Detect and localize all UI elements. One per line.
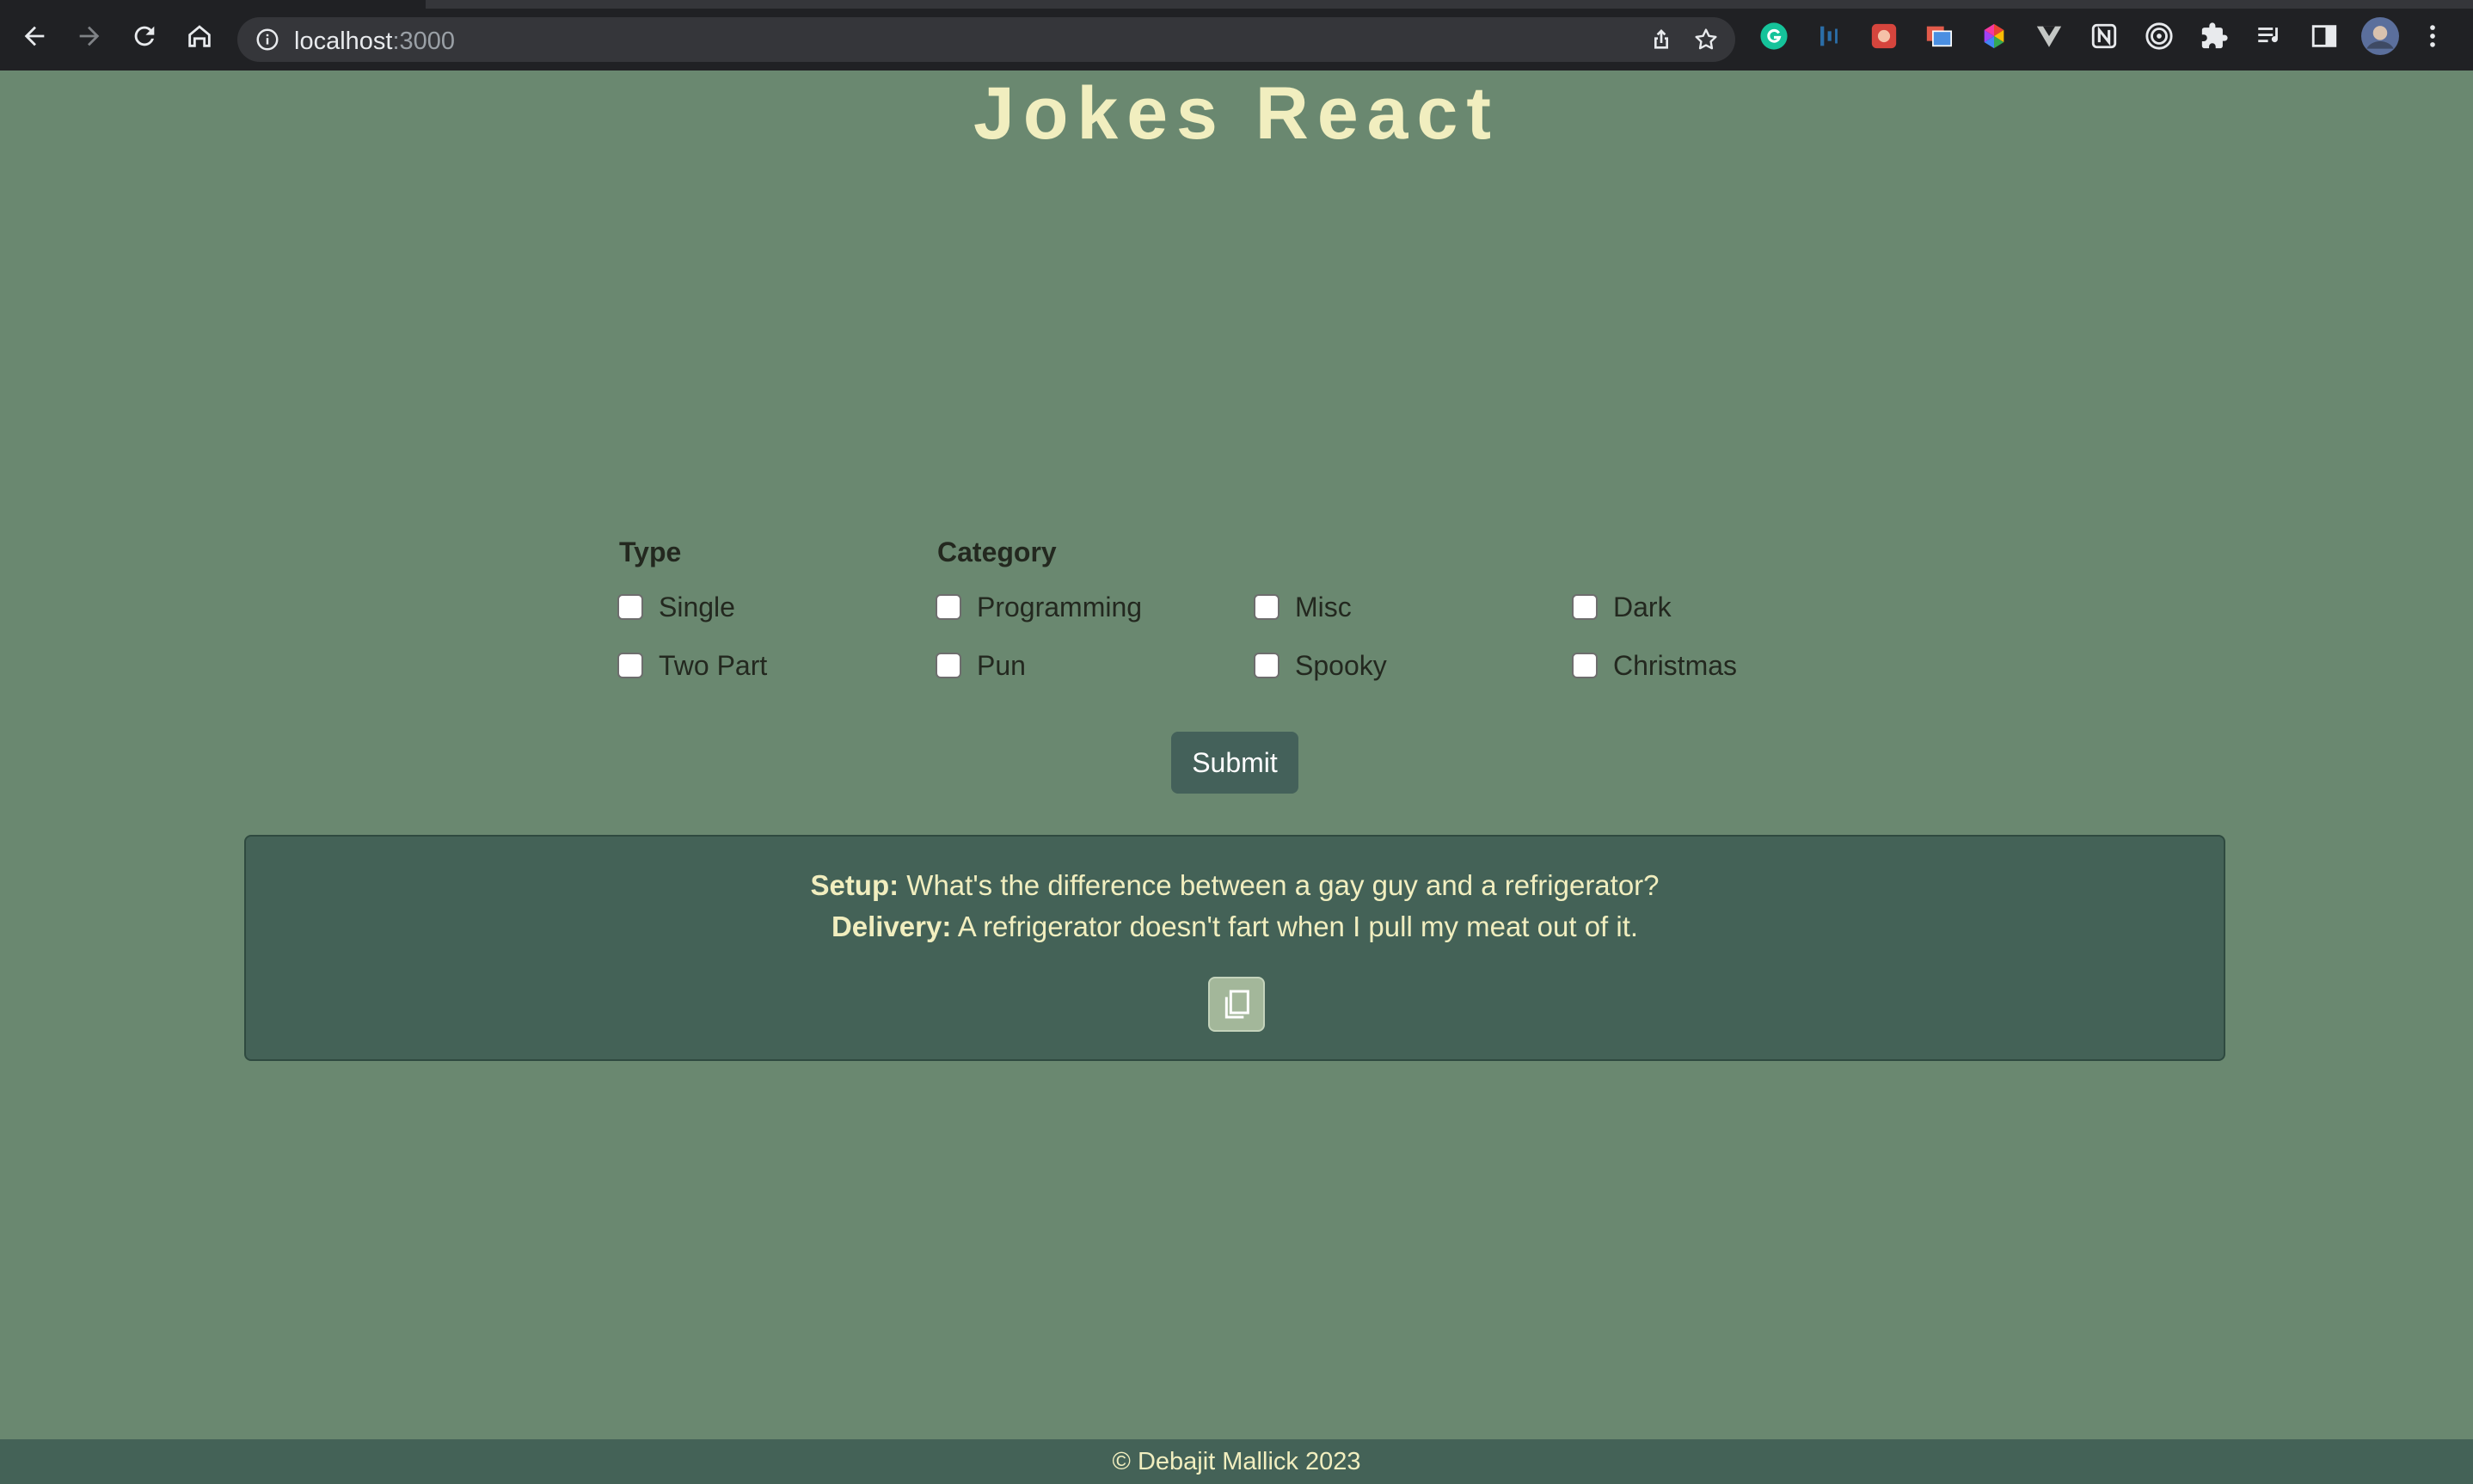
checkbox-label: Two Part [659, 649, 768, 681]
checkbox-label: Programming [977, 591, 1143, 622]
target-icon[interactable] [2145, 21, 2174, 51]
category-pun-checkbox[interactable]: Pun [936, 648, 1026, 683]
checkbox-box[interactable] [1254, 653, 1279, 678]
bookmark-star-icon[interactable] [1692, 26, 1720, 53]
category-spooky-checkbox[interactable]: Spooky [1254, 648, 1387, 683]
checkbox-label: Misc [1295, 591, 1352, 622]
delivery-label: Delivery: [831, 911, 952, 942]
setup-text: What's the difference between a gay guy … [899, 869, 1660, 901]
checkbox-box[interactable] [936, 653, 961, 678]
url-text: localhost:3000 [294, 28, 456, 55]
joke-delivery: Delivery: A refrigerator doesn't fart wh… [246, 911, 2224, 943]
site-info-icon[interactable] [255, 27, 280, 52]
reload-icon[interactable] [127, 19, 162, 53]
share-icon[interactable] [1648, 26, 1675, 53]
notion-icon[interactable] [2089, 21, 2119, 51]
type-label: Type [619, 537, 682, 567]
vuetify-icon[interactable] [2034, 21, 2064, 51]
type-single-checkbox[interactable]: Single [617, 590, 735, 624]
checkbox-label: Christmas [1613, 649, 1738, 681]
home-icon[interactable] [182, 19, 217, 53]
browser-toolbar: localhost:3000 [0, 0, 2473, 71]
category-christmas-checkbox[interactable]: Christmas [1572, 648, 1737, 683]
checkbox-box[interactable] [1572, 594, 1598, 620]
checkbox-label: Spooky [1295, 649, 1387, 681]
color-wheel-icon[interactable] [1979, 21, 2009, 51]
checkbox-box[interactable] [936, 594, 961, 620]
joke-setup: Setup: What's the difference between a g… [246, 869, 2224, 902]
side-panel-icon[interactable] [2310, 21, 2339, 51]
address-bar[interactable]: localhost:3000 [237, 17, 1735, 62]
copy-extension-icon[interactable] [1924, 21, 1954, 51]
category-dark-checkbox[interactable]: Dark [1572, 590, 1672, 624]
setup-label: Setup: [810, 869, 899, 901]
joke-card: Setup: What's the difference between a g… [244, 835, 2225, 1061]
more-menu-icon[interactable] [2418, 21, 2447, 51]
forward-icon[interactable] [72, 19, 107, 53]
red-extension-icon[interactable] [1869, 21, 1899, 51]
category-programming-checkbox[interactable]: Programming [936, 590, 1142, 624]
checkbox-box[interactable] [1254, 594, 1279, 620]
checkbox-label: Single [659, 591, 735, 622]
page-title: Jokes React [973, 72, 1500, 155]
checkbox-box[interactable] [617, 594, 643, 620]
category-misc-checkbox[interactable]: Misc [1254, 590, 1352, 624]
submit-button[interactable]: Submit [1171, 732, 1298, 794]
puzzle-extensions-icon[interactable] [2200, 21, 2229, 51]
category-label: Category [937, 537, 1057, 567]
copy-joke-button[interactable] [1208, 977, 1265, 1032]
bars-extension-icon[interactable] [1814, 21, 1844, 51]
grammarly-icon[interactable] [1759, 21, 1789, 51]
back-icon[interactable] [17, 19, 52, 53]
type-two-part-checkbox[interactable]: Two Part [617, 648, 767, 683]
delivery-text: A refrigerator doesn't fart when I pull … [951, 911, 1639, 942]
copy-icon [1224, 990, 1249, 1019]
footer: © Debajit Mallick 2023 [0, 1439, 2473, 1484]
tab-strip [426, 0, 2473, 9]
checkbox-box[interactable] [617, 653, 643, 678]
profile-avatar[interactable] [2361, 17, 2399, 55]
reading-list-icon[interactable] [2255, 21, 2284, 51]
footer-copyright: © Debajit Mallick 2023 [1112, 1447, 1361, 1475]
checkbox-label: Dark [1613, 591, 1672, 622]
checkbox-label: Pun [977, 649, 1026, 681]
checkbox-box[interactable] [1572, 653, 1598, 678]
